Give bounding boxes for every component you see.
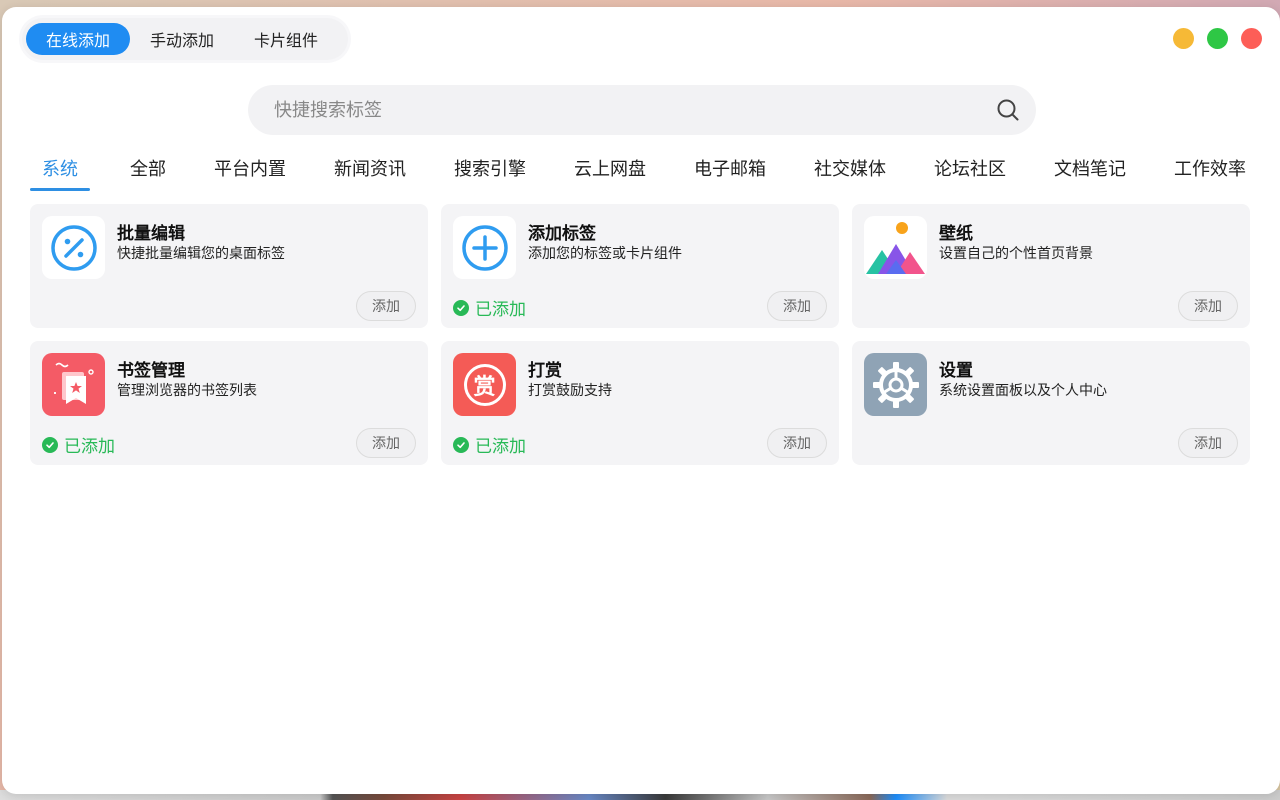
add-button[interactable]: 添加: [356, 291, 416, 321]
bookmark-icon: [42, 353, 105, 416]
card-wallpaper[interactable]: 壁纸 设置自己的个性首页背景 添加: [852, 204, 1250, 328]
card-title: 设置: [939, 361, 973, 381]
card-title: 批量编辑: [117, 224, 185, 244]
added-status: 已添加: [453, 295, 526, 320]
add-button[interactable]: 添加: [767, 291, 827, 321]
window-controls: [1173, 28, 1262, 49]
close-button[interactable]: [1241, 28, 1262, 49]
tab-online-add[interactable]: 在线添加: [26, 23, 130, 55]
added-status: 已添加: [42, 432, 115, 457]
reward-icon: 赏: [453, 353, 516, 416]
category-tab-search-engine[interactable]: 搜索引擎: [454, 153, 526, 191]
maximize-button[interactable]: [1207, 28, 1228, 49]
category-tab-productivity[interactable]: 工作效率: [1174, 153, 1246, 191]
card-description: 打赏鼓励支持: [528, 383, 612, 399]
add-button[interactable]: 添加: [1178, 428, 1238, 458]
category-tab-social[interactable]: 社交媒体: [814, 153, 886, 191]
percent-circle-icon: [42, 216, 105, 279]
added-label: 已添加: [475, 300, 526, 320]
tab-card-widget[interactable]: 卡片组件: [234, 23, 338, 55]
category-tabs: 系统 全部 平台内置 新闻资讯 搜索引擎 云上网盘 电子邮箱 社交媒体 论坛社区…: [30, 153, 1260, 191]
category-tab-cloud-drive[interactable]: 云上网盘: [574, 153, 646, 191]
search-icon[interactable]: [994, 96, 1022, 124]
card-description: 添加您的标签或卡片组件: [528, 246, 682, 262]
card-reward[interactable]: 赏 打赏 打赏鼓励支持 已添加 添加: [441, 341, 839, 465]
card-description: 管理浏览器的书签列表: [117, 383, 257, 399]
card-title: 打赏: [528, 361, 562, 381]
category-tab-forum[interactable]: 论坛社区: [934, 153, 1006, 191]
added-status: 已添加: [453, 432, 526, 457]
tab-manual-add[interactable]: 手动添加: [130, 23, 234, 55]
search-input[interactable]: [274, 99, 994, 121]
card-description: 快捷批量编辑您的桌面标签: [117, 246, 285, 262]
added-label: 已添加: [475, 437, 526, 457]
card-title: 书签管理: [117, 361, 185, 381]
category-tab-email[interactable]: 电子邮箱: [694, 153, 766, 191]
card-grid: 批量编辑 快捷批量编辑您的桌面标签 添加 添加标签 添加您的标签或卡片组件 已添…: [30, 204, 1251, 465]
add-button[interactable]: 添加: [767, 428, 827, 458]
card-title: 壁纸: [939, 224, 973, 244]
added-label: 已添加: [64, 437, 115, 457]
minimize-button[interactable]: [1173, 28, 1194, 49]
card-add-tag[interactable]: 添加标签 添加您的标签或卡片组件 已添加 添加: [441, 204, 839, 328]
card-description: 设置自己的个性首页背景: [939, 246, 1093, 262]
category-tab-docs[interactable]: 文档笔记: [1054, 153, 1126, 191]
category-tab-all[interactable]: 全部: [118, 153, 178, 191]
search-bar: [248, 85, 1036, 135]
check-circle-icon: [42, 436, 58, 453]
wallpaper-icon: [864, 216, 927, 279]
add-tab-window: 在线添加 手动添加 卡片组件 系统 全部 平台内置 新闻资讯 搜索引擎 云上网盘…: [2, 7, 1280, 794]
card-settings[interactable]: 设置 系统设置面板以及个人中心 添加: [852, 341, 1250, 465]
card-bookmark-manager[interactable]: 书签管理 管理浏览器的书签列表 已添加 添加: [30, 341, 428, 465]
gear-icon: [864, 353, 927, 416]
card-title: 添加标签: [528, 224, 596, 244]
category-tab-news[interactable]: 新闻资讯: [334, 153, 406, 191]
check-circle-icon: [453, 299, 469, 316]
category-tab-builtin[interactable]: 平台内置: [214, 153, 286, 191]
card-batch-edit[interactable]: 批量编辑 快捷批量编辑您的桌面标签 添加: [30, 204, 428, 328]
plus-circle-icon: [453, 216, 516, 279]
add-button[interactable]: 添加: [1178, 291, 1238, 321]
card-description: 系统设置面板以及个人中心: [939, 383, 1107, 399]
mode-tabs: 在线添加 手动添加 卡片组件: [22, 18, 348, 60]
category-tab-system[interactable]: 系统: [30, 153, 90, 191]
add-button[interactable]: 添加: [356, 428, 416, 458]
check-circle-icon: [453, 436, 469, 453]
reward-glyph: 赏: [463, 363, 506, 406]
